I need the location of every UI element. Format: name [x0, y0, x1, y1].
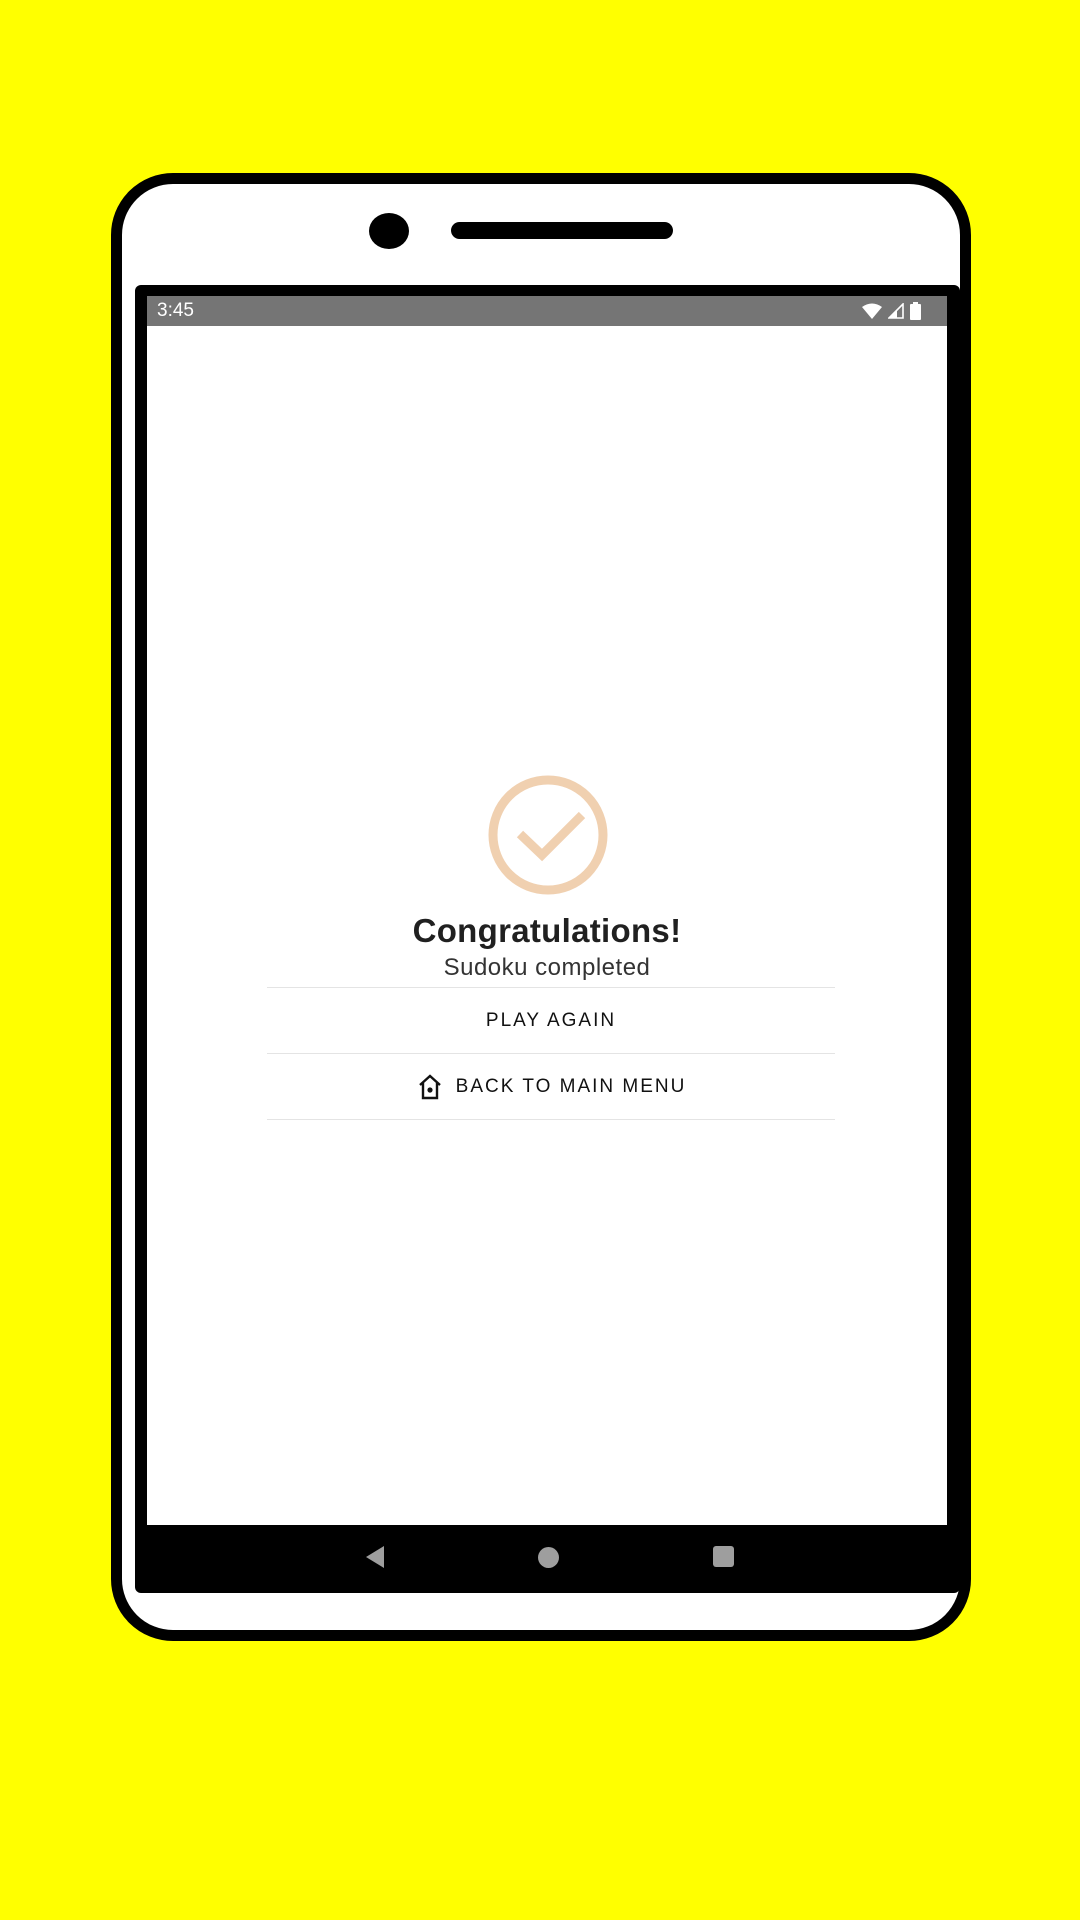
battery-icon	[910, 302, 921, 320]
cell-signal-icon	[888, 303, 904, 319]
check-circle-icon	[488, 775, 608, 895]
play-again-label: PLAY AGAIN	[485, 1009, 617, 1031]
completion-menu: PLAY AGAIN BACK TO MAIN MENU	[267, 987, 835, 1120]
back-to-main-menu-button[interactable]: BACK TO MAIN MENU	[267, 1054, 835, 1119]
back-icon[interactable]	[365, 1545, 385, 1569]
back-to-main-menu-label: BACK TO MAIN MENU	[455, 1075, 687, 1097]
page-background: 3:45 Congratulations! Sudoku completed P…	[0, 0, 1080, 1920]
status-time: 3:45	[157, 300, 194, 321]
status-bar: 3:45	[147, 296, 947, 326]
status-icons	[862, 301, 921, 321]
home-icon	[418, 1073, 441, 1099]
home-circle-icon[interactable]	[538, 1547, 559, 1568]
front-camera	[369, 213, 409, 249]
phone-screen: 3:45 Congratulations! Sudoku completed P…	[147, 296, 947, 1525]
wifi-icon	[862, 303, 882, 319]
recents-icon[interactable]	[713, 1546, 734, 1567]
navigation-bar	[147, 1525, 947, 1589]
earpiece-speaker	[451, 222, 673, 239]
completion-content: Congratulations! Sudoku completed PLAY A…	[147, 326, 947, 1525]
play-again-button[interactable]: PLAY AGAIN	[267, 988, 835, 1053]
congratulations-title: Congratulations!	[412, 912, 682, 949]
completion-subtitle: Sudoku completed	[443, 954, 651, 981]
menu-divider	[267, 1119, 835, 1120]
